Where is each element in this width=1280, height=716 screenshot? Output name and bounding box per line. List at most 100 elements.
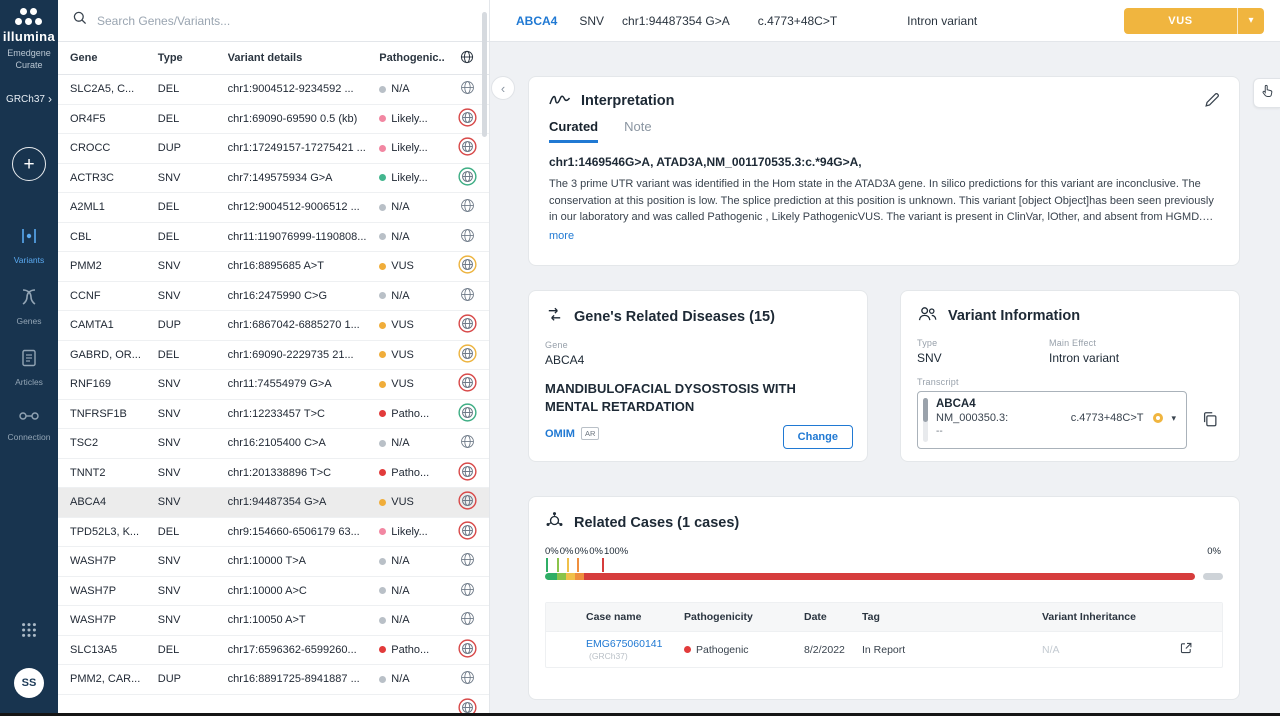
side-panel-tab[interactable]: [1253, 78, 1280, 108]
variant-row[interactable]: CAMTA1DUPchr1:6867042-6885270 1...VUS: [58, 311, 489, 341]
sidebar-item-genes[interactable]: Genes: [0, 276, 58, 337]
gene-cell: WASH7P: [58, 614, 158, 626]
gene-cell: TNFRSF1B: [58, 408, 158, 420]
variant-row[interactable]: CBLDELchr11:119076999-1190808...N/A: [58, 223, 489, 253]
gene-cell: ACTR3C: [58, 172, 158, 184]
variant-row[interactable]: PMM2SNVchr16:8895685 A>TVUS: [58, 252, 489, 282]
distribution-tick: [577, 558, 579, 572]
column-header-gene[interactable]: Gene: [58, 52, 158, 64]
tab-curated[interactable]: Curated: [549, 119, 598, 143]
globe-cell[interactable]: [445, 197, 489, 217]
pathogenicity-cell: Patho...: [379, 467, 445, 479]
header-gene-link[interactable]: ABCA4: [516, 14, 557, 28]
edit-interpretation-button[interactable]: [1203, 91, 1221, 112]
column-header-type[interactable]: Type: [158, 52, 228, 64]
globe-cell[interactable]: [445, 167, 489, 189]
sidebar-item-label: Connection: [7, 432, 50, 442]
pathogenicity-cell: N/A: [379, 201, 445, 213]
variant-row[interactable]: WASH7PSNVchr1:10000 A>CN/A: [58, 577, 489, 607]
variant-row[interactable]: TPD52L3, K...DELchr9:154660-6506179 63..…: [58, 518, 489, 548]
case-row[interactable]: EMG675060141 (GRCh37) Pathogenic 8/2/202…: [546, 631, 1222, 667]
case-date-cell: 8/2/2022: [804, 644, 862, 656]
chevron-down-icon[interactable]: ▾: [1238, 8, 1264, 34]
globe-cell[interactable]: [445, 137, 489, 159]
variant-row[interactable]: OR4F5DELchr1:69090-69590 0.5 (kb)Likely.…: [58, 105, 489, 135]
cases-col-tag: Tag: [862, 611, 1042, 623]
globe-cell[interactable]: [445, 639, 489, 661]
variant-row[interactable]: TNFRSF1BSNVchr1:12233457 T>CPatho...: [58, 400, 489, 430]
variant-row[interactable]: WASH7PSNVchr1:10000 T>AN/A: [58, 547, 489, 577]
globe-cell[interactable]: [445, 286, 489, 306]
globe-cell[interactable]: [445, 255, 489, 277]
apps-grid-button[interactable]: [20, 621, 38, 642]
globe-cell[interactable]: [445, 521, 489, 543]
case-tag-cell: In Report: [862, 644, 1042, 656]
cases-table-header: Case name Pathogenicity Date Tag Variant…: [546, 603, 1222, 631]
variant-row[interactable]: TSC2SNVchr16:2105400 C>AN/A: [58, 429, 489, 459]
more-link[interactable]: more: [549, 230, 574, 242]
pathogenicity-cell: VUS: [379, 378, 445, 390]
sidebar-item-variants[interactable]: Variants: [0, 215, 58, 276]
variant-details-cell: chr1:9004512-9234592 ...: [228, 83, 380, 95]
transcript-protein: --: [936, 426, 1176, 437]
sidebar-item-articles[interactable]: Articles: [0, 337, 58, 398]
variant-row[interactable]: TNNT2SNVchr1:201338896 T>CPatho...: [58, 459, 489, 489]
variant-row[interactable]: WASH7PSNVchr1:10050 A>TN/A: [58, 606, 489, 636]
search-input[interactable]: [97, 14, 475, 28]
add-button[interactable]: +: [12, 147, 46, 181]
transcript-selector[interactable]: ABCA4 NM_000350.3: c.4773+48C>T ▾ --: [917, 391, 1187, 449]
variant-details-cell: chr9:154660-6506179 63...: [228, 526, 380, 538]
column-header-variant-details[interactable]: Variant details: [228, 52, 380, 64]
connection-icon: [18, 409, 40, 428]
app-root: illumina Emedgene Curate GRCh37 › + Vari…: [0, 0, 1280, 716]
chevron-down-icon[interactable]: ▾: [1171, 413, 1176, 424]
variant-row[interactable]: ABCA4SNVchr1:94487354 G>AVUS: [58, 488, 489, 518]
globe-cell[interactable]: [445, 551, 489, 571]
type-cell: SNV: [158, 408, 228, 420]
globe-icon: [458, 373, 477, 395]
globe-cell[interactable]: [445, 403, 489, 425]
omim-link[interactable]: OMIM: [545, 428, 575, 440]
scrollbar-thumb[interactable]: [482, 12, 487, 137]
globe-icon: [458, 314, 477, 336]
user-avatar[interactable]: SS: [14, 668, 44, 698]
variant-row[interactable]: ACTR3CSNVchr7:149575934 G>ALikely...: [58, 164, 489, 194]
globe-cell[interactable]: [445, 373, 489, 395]
classification-button[interactable]: VUS ▾: [1124, 8, 1264, 34]
change-disease-button[interactable]: Change: [783, 425, 853, 449]
related-cases-icon: [545, 511, 564, 534]
sidebar-item-connection[interactable]: Connection: [0, 398, 58, 453]
copy-transcript-button[interactable]: [1201, 410, 1219, 431]
globe-cell[interactable]: [445, 491, 489, 513]
variant-row[interactable]: A2ML1DELchr12:9004512-9006512 ...N/A: [58, 193, 489, 223]
globe-cell[interactable]: [445, 610, 489, 630]
globe-cell[interactable]: [445, 314, 489, 336]
pathogenicity-cell: VUS: [379, 349, 445, 361]
header-variant-type: SNV: [579, 14, 604, 28]
globe-cell[interactable]: [445, 669, 489, 689]
variant-row[interactable]: CCNFSNVchr16:2475990 C>GN/A: [58, 282, 489, 312]
globe-cell[interactable]: [445, 462, 489, 484]
globe-icon: [459, 286, 476, 306]
variant-row[interactable]: GABRD, OR...DELchr1:69090-2229735 21...V…: [58, 341, 489, 371]
column-header-pathogenicity[interactable]: Pathogenic...: [379, 52, 445, 64]
variants-icon: [19, 226, 39, 251]
genome-build-selector[interactable]: GRCh37 ›: [6, 93, 52, 105]
distribution-label: 100%: [604, 546, 628, 557]
variant-row[interactable]: RNF169SNVchr11:74554979 G>AVUS: [58, 370, 489, 400]
variant-row[interactable]: SLC13A5DELchr17:6596362-6599260...Patho.…: [58, 636, 489, 666]
globe-cell[interactable]: [445, 433, 489, 453]
globe-cell[interactable]: [445, 581, 489, 601]
case-name-link[interactable]: EMG675060141: [586, 638, 662, 650]
tab-note[interactable]: Note: [624, 119, 651, 143]
globe-cell[interactable]: [445, 227, 489, 247]
variant-details-cell: chr1:10050 A>T: [228, 614, 380, 626]
globe-cell[interactable]: [445, 344, 489, 366]
variant-row[interactable]: CROCCDUPchr1:17249157-17275421 ...Likely…: [58, 134, 489, 164]
distribution-tick: [546, 558, 548, 572]
sidebar-nav: Variants Genes Articles Connection: [0, 215, 58, 453]
open-case-button[interactable]: [1174, 641, 1198, 658]
variant-row[interactable]: PMM2, CAR...DUPchr16:8891725-8941887 ...…: [58, 665, 489, 695]
variant-row[interactable]: SLC2A5, C...DELchr1:9004512-9234592 ...N…: [58, 75, 489, 105]
collapse-panel-button[interactable]: ‹: [491, 76, 515, 100]
